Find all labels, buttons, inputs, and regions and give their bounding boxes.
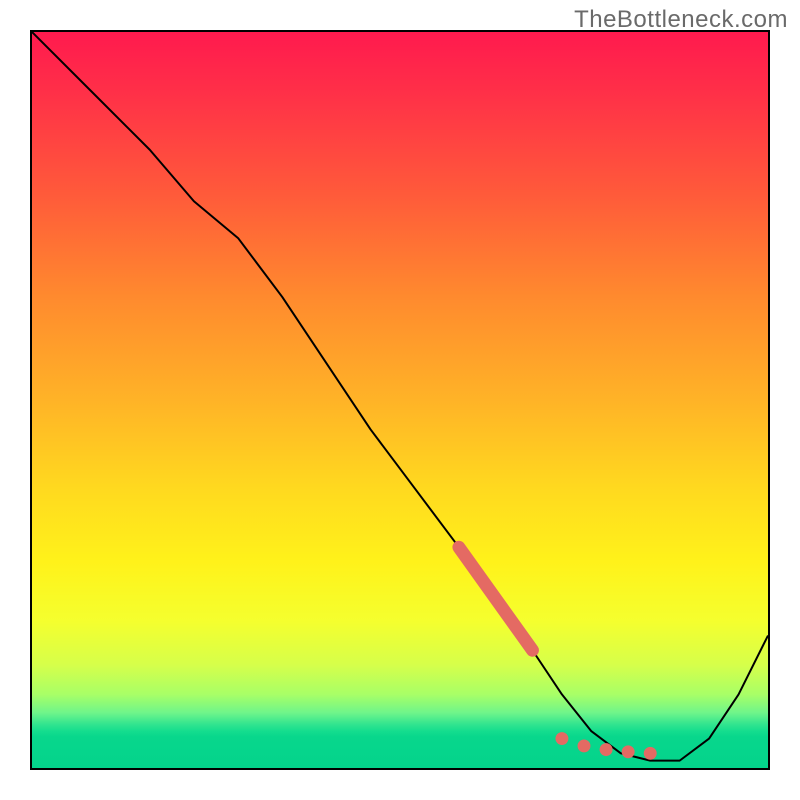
highlight-dot — [555, 732, 568, 745]
highlight-dot — [622, 745, 635, 758]
plot-area — [30, 30, 770, 770]
highlight-segment — [459, 547, 533, 650]
chart-frame: TheBottleneck.com — [0, 0, 800, 800]
highlight-dots — [555, 732, 656, 760]
chart-overlay — [32, 32, 768, 768]
bottleneck-curve — [32, 32, 768, 761]
watermark-text: TheBottleneck.com — [574, 6, 788, 34]
highlight-dot — [578, 739, 591, 752]
highlight-dot — [644, 747, 657, 760]
highlight-dot — [600, 743, 613, 756]
